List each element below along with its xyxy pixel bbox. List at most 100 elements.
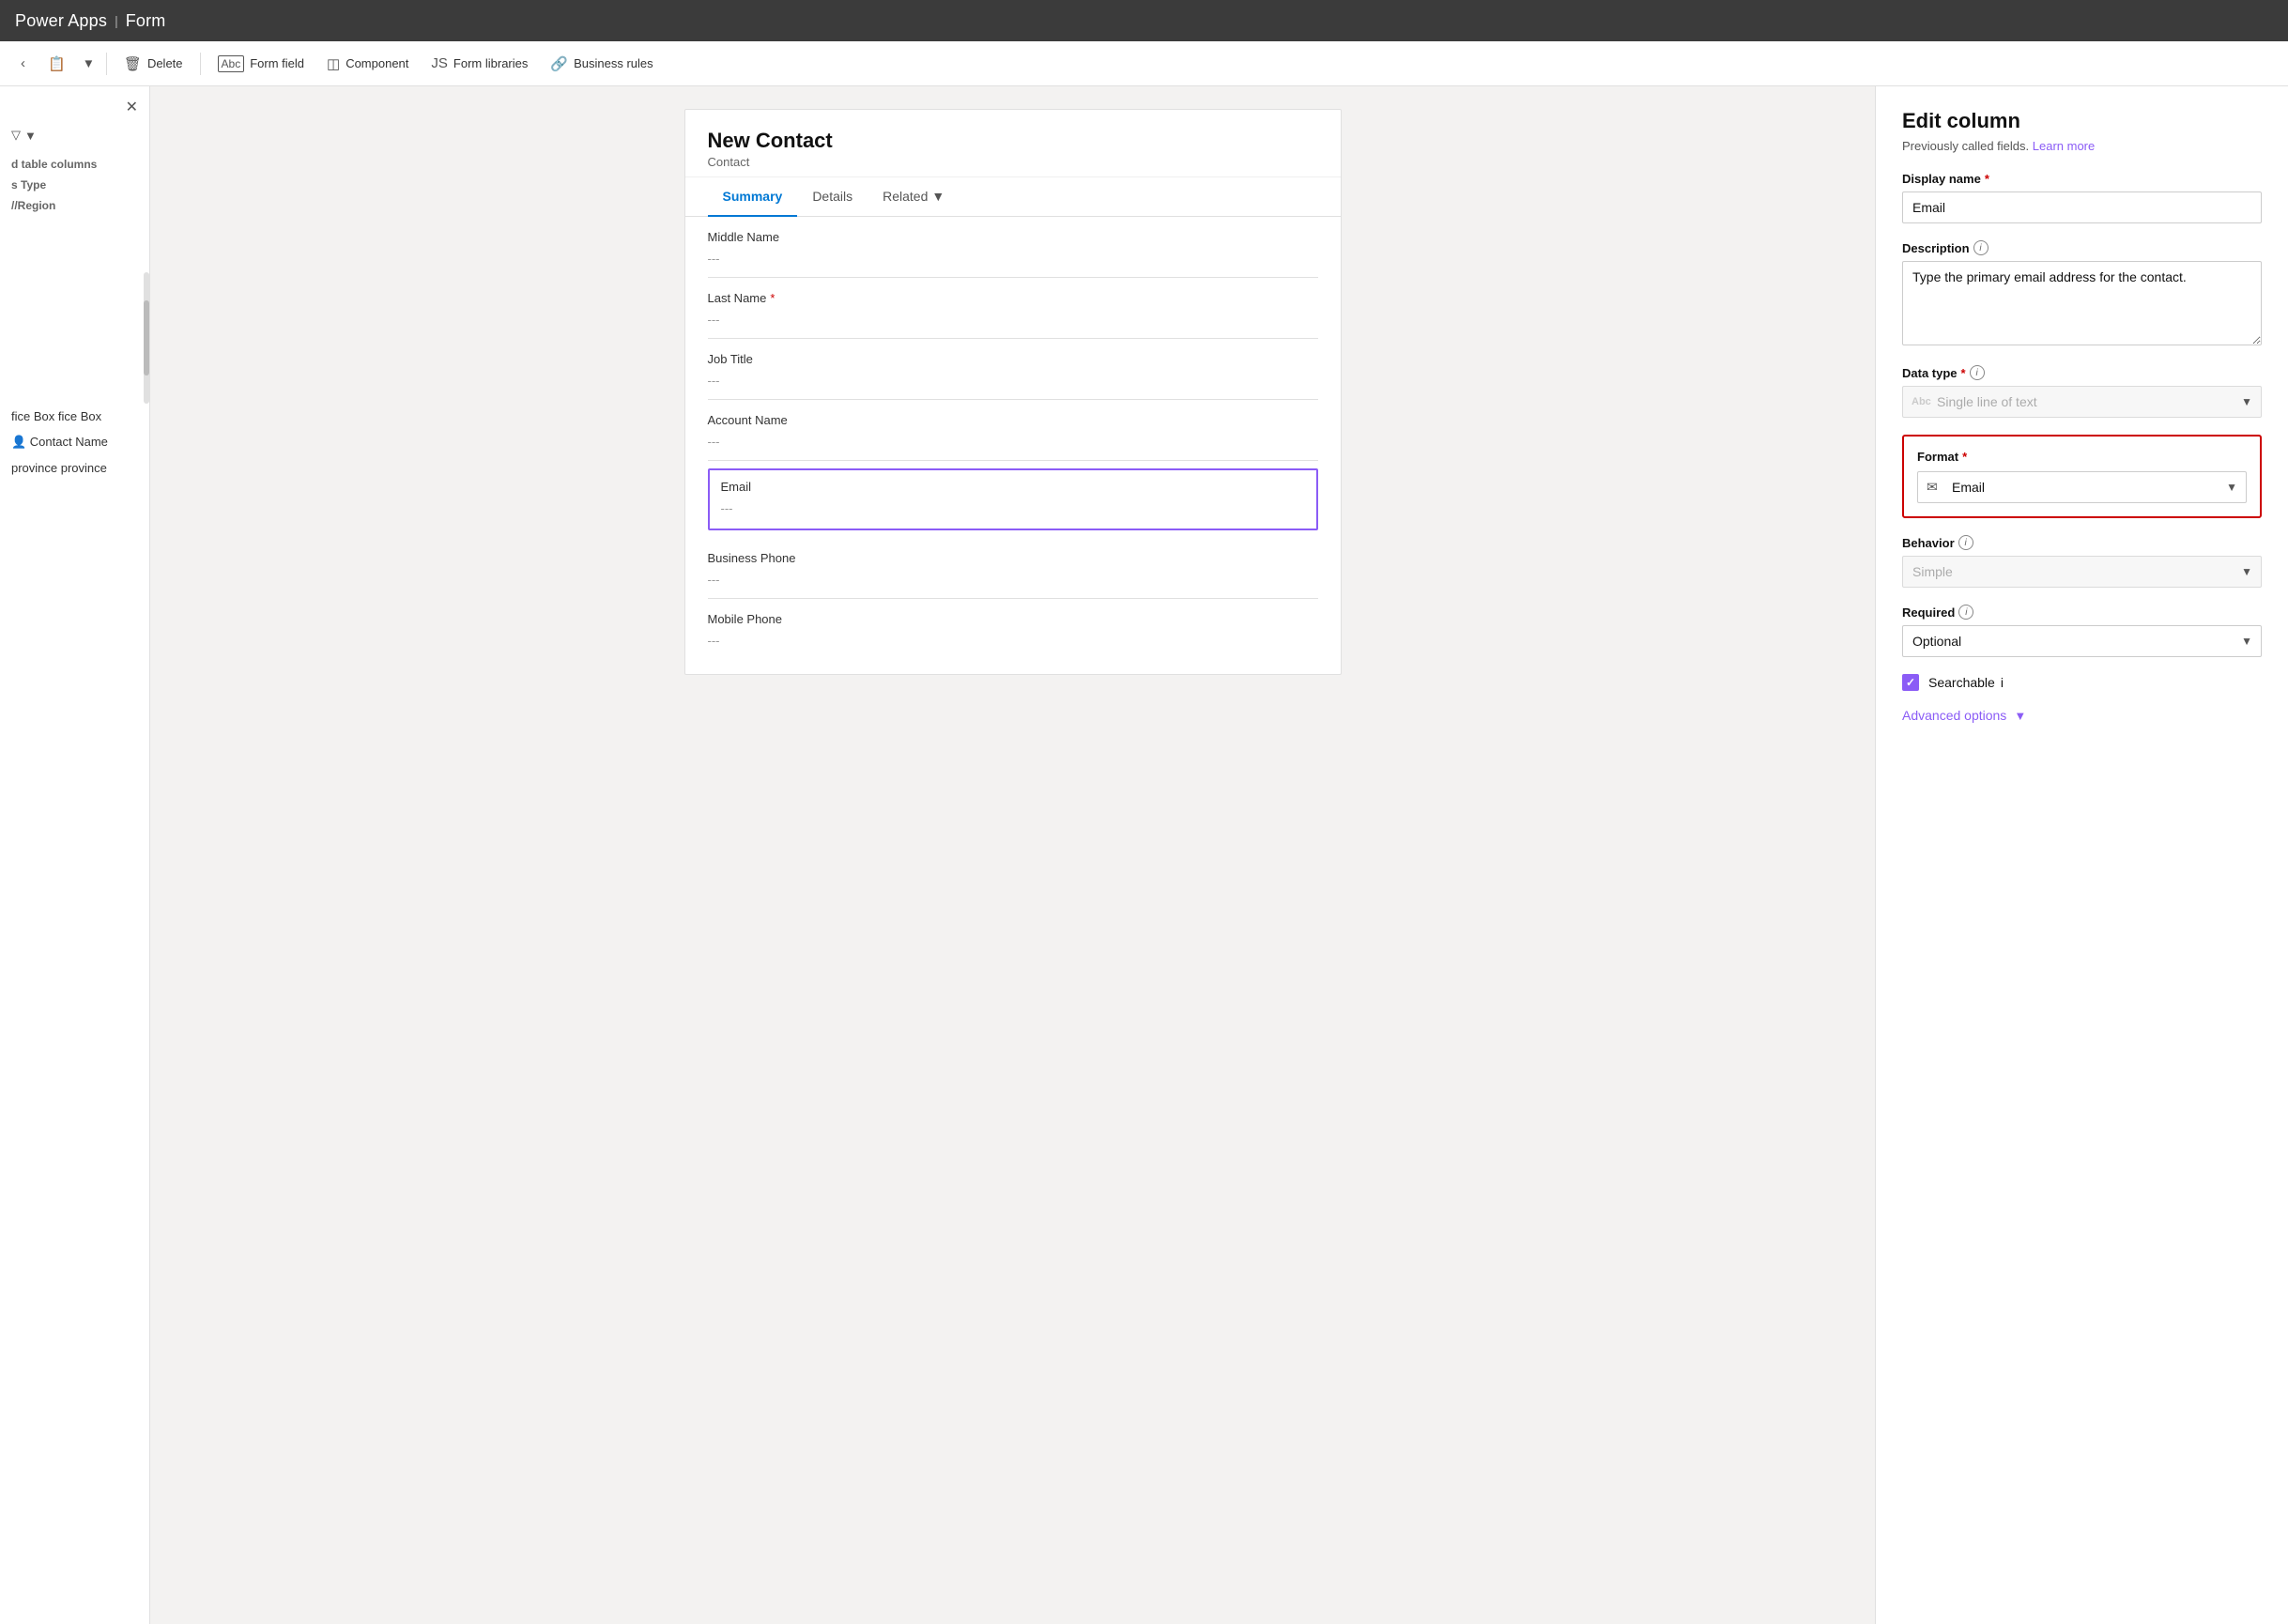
- form-field-icon: Abc: [218, 55, 245, 72]
- field-email-value: ---: [721, 498, 1305, 519]
- component-label: Component: [346, 56, 408, 70]
- close-icon: ✕: [126, 100, 138, 115]
- sidebar-close-button[interactable]: ✕: [126, 98, 138, 116]
- sidebar-item-province-label: province: [11, 461, 57, 475]
- field-middle-name: Middle Name ---: [708, 217, 1318, 278]
- delete-button[interactable]: 🗑 Delete: [115, 50, 192, 78]
- field-email-selected[interactable]: Email ---: [708, 468, 1318, 530]
- searchable-row: ✓ Searchable i: [1902, 674, 2262, 691]
- searchable-info-icon: i: [2001, 675, 2004, 690]
- field-middle-name-label: Middle Name: [708, 230, 1318, 244]
- component-button[interactable]: ◫ Component: [317, 50, 418, 78]
- data-type-required: *: [1961, 366, 1966, 380]
- sidebar-item-contact-name-label: 👤 Contact Name: [11, 435, 108, 449]
- form-field-label: Form field: [250, 56, 304, 70]
- topbar: Power Apps | Form: [0, 0, 2288, 41]
- sidebar-filter-section: ▽ ▼: [0, 124, 149, 154]
- field-email-label: Email: [721, 480, 1305, 494]
- field-last-name-value: ---: [708, 309, 1318, 330]
- tab-summary[interactable]: Summary: [708, 177, 798, 217]
- learn-more-link[interactable]: Learn more: [2033, 139, 2095, 153]
- format-label: Format *: [1917, 450, 2247, 464]
- searchable-checkbox[interactable]: ✓: [1902, 674, 1919, 691]
- form-body: Middle Name --- Last Name * ---: [685, 217, 1341, 674]
- sidebar-item-contact-name[interactable]: 👤 Contact Name: [0, 429, 149, 455]
- data-type-select-wrapper: Abc Single line of text ▼: [1902, 386, 2262, 418]
- field-business-phone: Business Phone ---: [708, 538, 1318, 599]
- copy-button[interactable]: 📋: [38, 50, 75, 78]
- back-button[interactable]: ‹: [11, 50, 35, 77]
- toolbar: ‹ 📋 ▼ 🗑 Delete Abc Form field ◫ Componen…: [0, 41, 2288, 86]
- advanced-options-chevron-icon: ▼: [2014, 709, 2026, 723]
- panel-display-name-label: Display name *: [1902, 172, 2262, 186]
- form-title: New Contact: [708, 129, 1318, 153]
- sidebar-filter-button[interactable]: ▽ ▼: [11, 128, 37, 143]
- advanced-options-row[interactable]: Advanced options ▼: [1902, 708, 2262, 723]
- section-title: Form: [126, 11, 166, 31]
- sidebar-section-region: //Region: [0, 195, 149, 216]
- form-tabs: Summary Details Related ▼: [685, 177, 1341, 217]
- panel-behavior-label: Behavior i: [1902, 535, 2262, 550]
- description-info-icon: i: [1973, 240, 1989, 255]
- field-job-title: Job Title ---: [708, 339, 1318, 400]
- form-libraries-icon: JS: [431, 55, 448, 71]
- behavior-info-icon: i: [1958, 535, 1973, 550]
- business-rules-icon: 🔗: [550, 55, 568, 72]
- display-name-input[interactable]: [1902, 192, 2262, 223]
- app-title: Power Apps: [15, 11, 107, 31]
- toolbar-divider-1: [106, 53, 107, 75]
- tab-related[interactable]: Related ▼: [868, 177, 960, 217]
- format-select-wrapper: ✉ Email ▼: [1917, 471, 2247, 503]
- form-libraries-button[interactable]: JS Form libraries: [422, 50, 537, 77]
- description-textarea[interactable]: Type the primary email address for the c…: [1902, 261, 2262, 345]
- field-mobile-phone-value: ---: [708, 630, 1318, 651]
- field-business-phone-value: ---: [708, 569, 1318, 590]
- data-type-info-icon: i: [1970, 365, 1985, 380]
- panel-display-name-field: Display name *: [1902, 172, 2262, 223]
- required-select-wrapper: Optional ▼: [1902, 625, 2262, 657]
- sidebar-section-type: s Type: [0, 175, 149, 195]
- filter-dropdown-icon: ▼: [24, 129, 37, 143]
- field-account-name: Account Name ---: [708, 400, 1318, 461]
- sidebar-item-office-box[interactable]: fice Box fice Box: [0, 404, 149, 429]
- panel-data-type-field: Data type * i Abc Single line of text ▼: [1902, 365, 2262, 418]
- form-libraries-label: Form libraries: [453, 56, 528, 70]
- advanced-options-label: Advanced options: [1902, 708, 2006, 723]
- business-rules-label: Business rules: [574, 56, 653, 70]
- panel-description-label: Description i: [1902, 240, 2262, 255]
- field-last-name: Last Name * ---: [708, 278, 1318, 339]
- format-select[interactable]: Email: [1917, 471, 2247, 503]
- topbar-separator: |: [115, 13, 118, 28]
- panel-behavior-field: Behavior i Simple ▼: [1902, 535, 2262, 588]
- panel-data-type-label: Data type * i: [1902, 365, 2262, 380]
- panel-subtitle: Previously called fields. Learn more: [1902, 139, 2262, 153]
- toolbar-dropdown-button[interactable]: ▼: [79, 51, 99, 76]
- tab-details[interactable]: Details: [797, 177, 868, 217]
- form-subtitle: Contact: [708, 155, 1318, 169]
- delete-icon: 🗑: [124, 55, 142, 72]
- format-section: Format * ✉ Email ▼: [1902, 435, 2262, 518]
- form-field-button[interactable]: Abc Form field: [208, 50, 314, 78]
- related-chevron-icon: ▼: [931, 189, 944, 204]
- dropdown-chevron-icon: ▼: [83, 56, 95, 70]
- data-type-select[interactable]: Single line of text: [1902, 386, 2262, 418]
- form-card: New Contact Contact Summary Details Rela…: [684, 109, 1342, 675]
- sidebar-item-province[interactable]: province province: [0, 455, 149, 481]
- form-canvas: New Contact Contact Summary Details Rela…: [150, 86, 1875, 1624]
- field-mobile-phone: Mobile Phone ---: [708, 599, 1318, 651]
- behavior-select-wrapper: Simple ▼: [1902, 556, 2262, 588]
- right-panel: Edit column Previously called fields. Le…: [1875, 86, 2288, 1624]
- behavior-select[interactable]: Simple: [1902, 556, 2262, 588]
- field-job-title-value: ---: [708, 370, 1318, 391]
- sidebar-item-label: fice Box: [11, 409, 54, 423]
- toolbar-divider-2: [200, 53, 201, 75]
- field-job-title-label: Job Title: [708, 352, 1318, 366]
- field-account-name-value: ---: [708, 431, 1318, 452]
- required-select[interactable]: Optional: [1902, 625, 2262, 657]
- business-rules-button[interactable]: 🔗 Business rules: [541, 50, 662, 78]
- scrollbar-thumb[interactable]: [144, 300, 149, 375]
- component-icon: ◫: [327, 55, 340, 72]
- display-name-required: *: [1985, 172, 1989, 186]
- main-layout: ✕ ▽ ▼ d table columns s Type //Region fi…: [0, 86, 2288, 1624]
- copy-icon: 📋: [48, 55, 66, 72]
